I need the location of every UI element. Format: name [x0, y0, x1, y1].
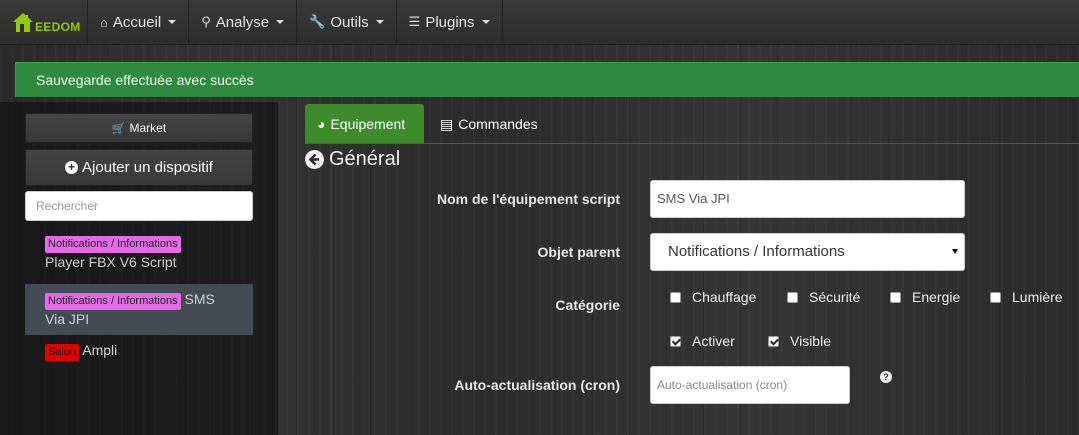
list-icon: ▤: [440, 115, 454, 132]
section-title-text: Général: [329, 148, 401, 170]
cart-icon: 🛒: [111, 122, 126, 135]
home-icon: ⌂: [100, 14, 108, 30]
equipment-list: Notifications / Informations Player FBX …: [25, 230, 253, 364]
checkbox-icon: [890, 291, 901, 303]
search-input[interactable]: Rechercher: [25, 191, 253, 221]
caret-down-icon: [375, 20, 384, 24]
list-item-name: Ampli: [82, 342, 118, 358]
nav-plugins[interactable]: ☰ Plugins: [397, 0, 503, 44]
tab-commandes-label: Commandes: [458, 116, 538, 132]
chevron-down-icon: [952, 249, 958, 254]
nav-analyse-label: Analyse: [215, 13, 270, 31]
visible-checkbox[interactable]: Visible: [768, 333, 831, 349]
checkbox-icon: [990, 291, 1001, 303]
cron-label: Auto-actualisation (cron): [454, 377, 620, 393]
category-badge: Notifications / Informations: [45, 293, 181, 310]
add-device-label: Ajouter un dispositif: [82, 159, 213, 176]
list-item-name-cont: Via JPI: [45, 311, 90, 327]
dashboard-icon: ◕: [317, 116, 326, 132]
activer-checkbox[interactable]: Activer: [670, 333, 735, 349]
nav-outils-label: Outils: [330, 13, 369, 31]
parent-object-select[interactable]: Notifications / Informations: [650, 233, 965, 271]
checkbox-icon: [670, 291, 681, 303]
brand-logo[interactable]: EEDOM: [0, 0, 88, 44]
list-item[interactable]: Notifications / Informations Player FBX …: [25, 230, 253, 275]
nav-outils[interactable]: 🔧 Outils: [297, 0, 397, 44]
tab-divider: [305, 143, 1079, 144]
category-badge: Notifications / Informations: [45, 236, 181, 253]
wrench-icon: 🔧: [309, 14, 326, 29]
list-item-name: SMS: [184, 291, 215, 307]
checkbox-checked-icon: [670, 335, 681, 347]
brand-text: EEDOM: [35, 20, 81, 34]
top-navbar: EEDOM ⌂ Accueil ⚲ Analyse 🔧 Outils ☰ Plu…: [0, 0, 1079, 45]
list-item[interactable]: Salon Ampli: [25, 335, 253, 364]
tab-equipement-label: Equipement: [330, 116, 406, 132]
market-button-label: Market: [129, 121, 167, 135]
house-logo-icon: [13, 13, 33, 32]
checkbox-checked-icon: [768, 335, 779, 347]
category-lumiere-label: Lumière: [1012, 289, 1063, 305]
plus-circle-icon: +: [65, 161, 79, 174]
nav-accueil[interactable]: ⌂ Accueil: [88, 0, 190, 44]
checkbox-icon: [787, 291, 798, 303]
jeedom-logo: EEDOM: [12, 11, 81, 33]
market-button[interactable]: 🛒 Market: [25, 113, 253, 143]
add-device-button[interactable]: + Ajouter un dispositif: [25, 149, 253, 186]
analysis-icon: ⚲: [201, 14, 211, 29]
success-alert: Sauvegarde effectuée avec succès: [15, 62, 1079, 97]
caret-down-icon: [168, 20, 177, 24]
category-energie-checkbox[interactable]: Energie: [890, 289, 960, 305]
section-title: Général: [305, 148, 400, 171]
category-securite-checkbox[interactable]: Sécurité: [787, 289, 860, 305]
category-badge: Salon: [45, 344, 80, 361]
tab-commandes[interactable]: ▤ Commandes: [428, 104, 550, 144]
visible-label: Visible: [790, 333, 831, 349]
name-label: Nom de l'équipement script: [436, 191, 620, 207]
category-securite-label: Sécurité: [809, 289, 861, 305]
caret-down-icon: [276, 20, 285, 24]
activer-label: Activer: [692, 333, 735, 349]
category-chauffage-label: Chauffage: [692, 289, 757, 305]
nav-accueil-label: Accueil: [112, 13, 162, 31]
cron-input[interactable]: Auto-actualisation (cron): [650, 366, 850, 404]
caret-down-icon: [481, 20, 490, 24]
tasks-icon: ☰: [408, 14, 421, 29]
category-chauffage-checkbox[interactable]: Chauffage: [670, 289, 756, 305]
arrow-circle-left-icon[interactable]: [305, 150, 324, 169]
parent-object-value: Notifications / Informations: [668, 243, 845, 260]
question-circle-icon[interactable]: ?: [880, 371, 892, 383]
category-energie-label: Energie: [912, 289, 961, 305]
list-item-active[interactable]: Notifications / Informations SMS Via JPI: [25, 284, 253, 335]
category-lumiere-checkbox[interactable]: Lumière: [990, 289, 1063, 305]
list-item-name: Player FBX V6 Script: [45, 254, 177, 270]
category-label: Catégorie: [555, 297, 620, 313]
nav-analyse[interactable]: ⚲ Analyse: [189, 0, 298, 44]
sidebar: 🛒 Market + Ajouter un dispositif Recherc…: [0, 102, 278, 435]
parent-label: Objet parent: [537, 244, 620, 260]
tab-equipement[interactable]: ◕ Equipement: [305, 104, 424, 144]
equipment-name-field[interactable]: SMS Via JPI: [650, 180, 965, 218]
nav-plugins-label: Plugins: [425, 13, 475, 31]
